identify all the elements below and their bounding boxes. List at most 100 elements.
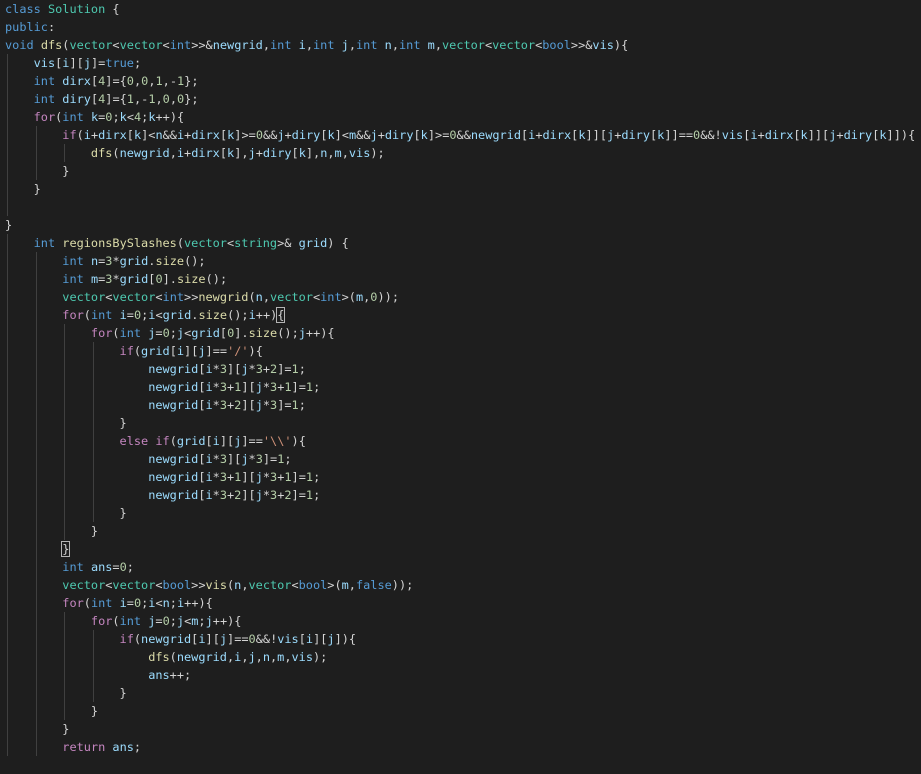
code-line[interactable]: } (5, 720, 915, 738)
code-token: int (33, 92, 56, 106)
code-token: + (212, 614, 220, 628)
code-token: + (284, 128, 292, 142)
code-line[interactable]: newgrid[i*3+2][j*3+2]=1; (5, 486, 915, 504)
code-token: vector (62, 578, 106, 592)
code-token: size (176, 272, 206, 286)
code-line[interactable]: vis[i][j]=true; (5, 54, 915, 72)
code-token: size (248, 326, 278, 340)
code-token: ; (313, 470, 321, 484)
code-line[interactable]: public: (5, 18, 915, 36)
code-token: , (348, 578, 356, 592)
code-line[interactable]: dfs(newgrid,i+dirx[k],j+diry[k],n,m,vis)… (5, 144, 915, 162)
code-token: vector (442, 38, 485, 52)
code-token: vector (184, 236, 227, 250)
indent-guide (92, 630, 94, 702)
code-line[interactable]: int diry[4]={1,-1,0,0}; (5, 90, 915, 108)
code-line[interactable]: } (5, 540, 915, 558)
code-token: j (327, 632, 335, 646)
code-line[interactable]: for(int i=0;i<n;i++){ (5, 594, 915, 612)
code-line[interactable]: } (5, 180, 915, 198)
code-token: i (176, 146, 185, 160)
code-line[interactable]: dfs(newgrid,i,j,n,m,vis); (5, 648, 915, 666)
code-line[interactable]: } (5, 702, 915, 720)
code-token: k (298, 146, 306, 160)
code-token: } (62, 722, 70, 736)
code-line[interactable]: newgrid[i*3+2][j*3]=1; (5, 396, 915, 414)
code-token: , (162, 74, 170, 88)
code-token: ] (162, 272, 170, 286)
code-token: [ (126, 128, 134, 142)
code-line[interactable]: class Solution { (5, 0, 915, 18)
code-line[interactable]: int dirx[4]={0,0,1,-1}; (5, 72, 915, 90)
code-token: * (248, 362, 256, 376)
code-token: + (162, 110, 170, 124)
code-token: * (212, 488, 220, 502)
code-line[interactable]: newgrid[i*3+1][j*3+1]=1; (5, 468, 915, 486)
code-token: ( (83, 308, 91, 322)
code-line[interactable]: return ans; (5, 738, 915, 756)
code-token: int (169, 38, 192, 52)
code-line[interactable]: if(grid[i][j]=='/'){ (5, 342, 915, 360)
code-line[interactable]: for(int i=0;i<grid.size();i++){ (5, 306, 915, 324)
code-token: vector (112, 290, 156, 304)
code-line[interactable]: for(int k=0;k<4;k++){ (5, 108, 915, 126)
code-token: + (255, 146, 263, 160)
code-token: diry (262, 146, 292, 160)
code-token: ] (664, 128, 672, 142)
code-line[interactable]: vector<vector<int>>newgrid(n,vector<int>… (5, 288, 915, 306)
code-line[interactable]: void dfs(vector<vector<int>>&newgrid,int… (5, 36, 915, 54)
code-token: j (176, 614, 185, 628)
code-token: j (255, 398, 263, 412)
code-line[interactable]: for(int j=0;j<m;j++){ (5, 612, 915, 630)
code-token: { (298, 434, 306, 448)
code-line[interactable]: ans++; (5, 666, 915, 684)
code-token: } (5, 218, 13, 232)
code-line[interactable]: newgrid[i*3][j*3+2]=1; (5, 360, 915, 378)
code-line[interactable]: if(newgrid[i][j]==0&&!vis[i][j]){ (5, 630, 915, 648)
code-line[interactable]: } (5, 522, 915, 540)
code-token: = (112, 74, 120, 88)
code-token: , (341, 146, 349, 160)
code-token: grid (162, 308, 192, 322)
code-token: { (348, 632, 357, 646)
code-line[interactable]: int regionsBySlashes(vector<string>& gri… (5, 234, 915, 252)
code-line[interactable]: } (5, 216, 915, 234)
code-line[interactable]: } (5, 414, 915, 432)
code-line[interactable]: } (5, 504, 915, 522)
code-line[interactable]: if(i+dirx[k]<n&&i+dirx[k]>=0&&j+diry[k]<… (5, 126, 915, 144)
code-token: diry (62, 92, 91, 106)
code-line[interactable]: int n=3*grid.size(); (5, 252, 915, 270)
code-token: [ (413, 128, 421, 142)
code-token: grid (191, 326, 220, 340)
code-line[interactable]: newgrid[i*3+1][j*3+1]=1; (5, 378, 915, 396)
code-token: > (198, 38, 206, 52)
code-token: ( (248, 290, 256, 304)
indent-guide (35, 252, 37, 756)
code-token: int (62, 254, 84, 268)
code-line[interactable]: } (5, 162, 915, 180)
code-line[interactable]: int m=3*grid[0].size(); (5, 270, 915, 288)
code-token: ( (169, 650, 177, 664)
code-area[interactable]: class Solution {public: void dfs(vector<v… (5, 0, 915, 756)
code-token: ; (298, 398, 306, 412)
code-line[interactable]: newgrid[i*3][j*3]=1; (5, 450, 915, 468)
code-token: * (212, 452, 220, 466)
code-line[interactable]: } (5, 684, 915, 702)
code-line[interactable]: else if(grid[i][j]=='\\'){ (5, 432, 915, 450)
code-token: ] (291, 488, 299, 502)
code-line[interactable]: vector<vector<bool>>vis(n,vector<bool>(m… (5, 576, 915, 594)
code-line[interactable]: int ans=0; (5, 558, 915, 576)
code-token: , (391, 38, 400, 52)
code-line[interactable] (5, 198, 915, 216)
code-line[interactable]: for(int j=0;j<grid[0].size();j++){ (5, 324, 915, 342)
code-token: ; (284, 452, 292, 466)
code-editor[interactable]: class Solution {public: void dfs(vector<v… (0, 0, 921, 774)
